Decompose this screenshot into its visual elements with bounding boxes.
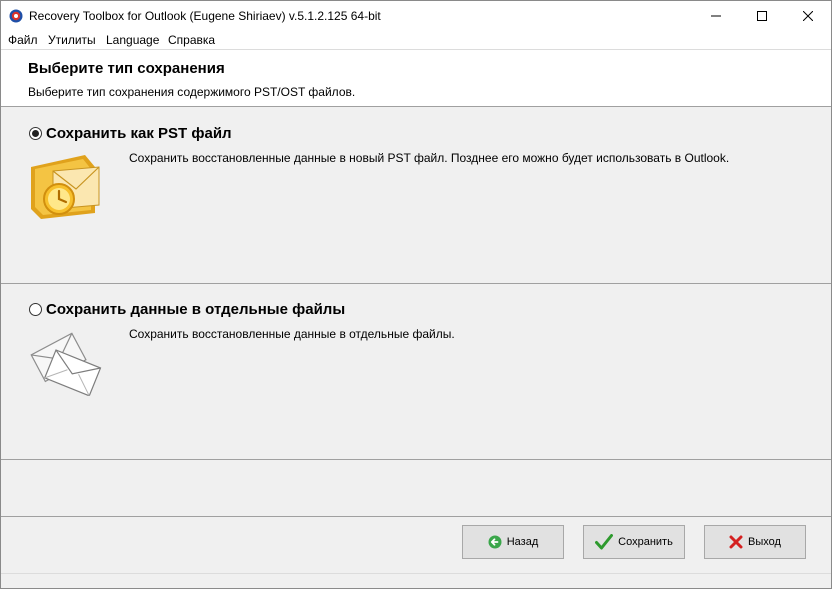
maximize-button[interactable] — [739, 1, 785, 31]
title-bar: Recovery Toolbox for Outlook (Eugene Shi… — [1, 1, 831, 31]
radio-save-files[interactable] — [29, 303, 42, 316]
back-button[interactable]: Назад — [462, 525, 564, 559]
option-desc-files: Сохранить восстановленные данные в отдел… — [129, 327, 455, 341]
maximize-icon — [757, 11, 767, 21]
menu-language[interactable]: Language — [106, 33, 159, 47]
exit-button-label: Выход — [748, 536, 781, 548]
app-window: Recovery Toolbox for Outlook (Eugene Shi… — [0, 0, 832, 589]
window-title: Recovery Toolbox for Outlook (Eugene Shi… — [29, 9, 381, 23]
back-arrow-icon — [488, 535, 502, 549]
option-label-pst[interactable]: Сохранить как PST файл — [46, 125, 232, 142]
page-title: Выберите тип сохранения — [28, 60, 225, 77]
option-save-pst[interactable]: Сохранить как PST файл Сохранить восстан… — [1, 107, 831, 284]
close-button[interactable] — [785, 1, 831, 31]
menu-help[interactable]: Справка — [168, 33, 215, 47]
minimize-button[interactable] — [693, 1, 739, 31]
menu-file[interactable]: Файл — [8, 33, 38, 47]
radio-save-pst[interactable] — [29, 127, 42, 140]
save-button-label: Сохранить — [618, 536, 673, 548]
back-button-label: Назад — [506, 536, 539, 548]
menu-utilities[interactable]: Утилиты — [48, 33, 96, 47]
wizard-header: Выберите тип сохранения Выберите тип сох… — [1, 49, 831, 107]
option-label-files[interactable]: Сохранить данные в отдельные файлы — [46, 301, 345, 318]
save-button[interactable]: Сохранить — [583, 525, 685, 559]
option-desc-pst: Сохранить восстановленные данные в новый… — [129, 151, 730, 165]
page-subtitle: Выберите тип сохранения содержимого PST/… — [28, 85, 356, 99]
outlook-pst-icon — [31, 155, 100, 219]
checkmark-icon — [595, 534, 614, 550]
menu-bar: Файл Утилиты Language Справка — [1, 31, 831, 49]
status-divider — [1, 573, 831, 574]
close-icon — [803, 11, 813, 21]
x-mark-icon — [729, 535, 743, 549]
radio-selected-dot — [32, 130, 39, 137]
minimize-icon — [711, 15, 721, 17]
option-save-files[interactable]: Сохранить данные в отдельные файлы Сохра… — [1, 284, 831, 460]
app-logo-icon — [9, 9, 23, 23]
exit-button[interactable]: Выход — [704, 525, 806, 559]
wizard-footer: Назад Сохранить Выход — [1, 516, 831, 588]
envelopes-icon — [30, 332, 102, 396]
